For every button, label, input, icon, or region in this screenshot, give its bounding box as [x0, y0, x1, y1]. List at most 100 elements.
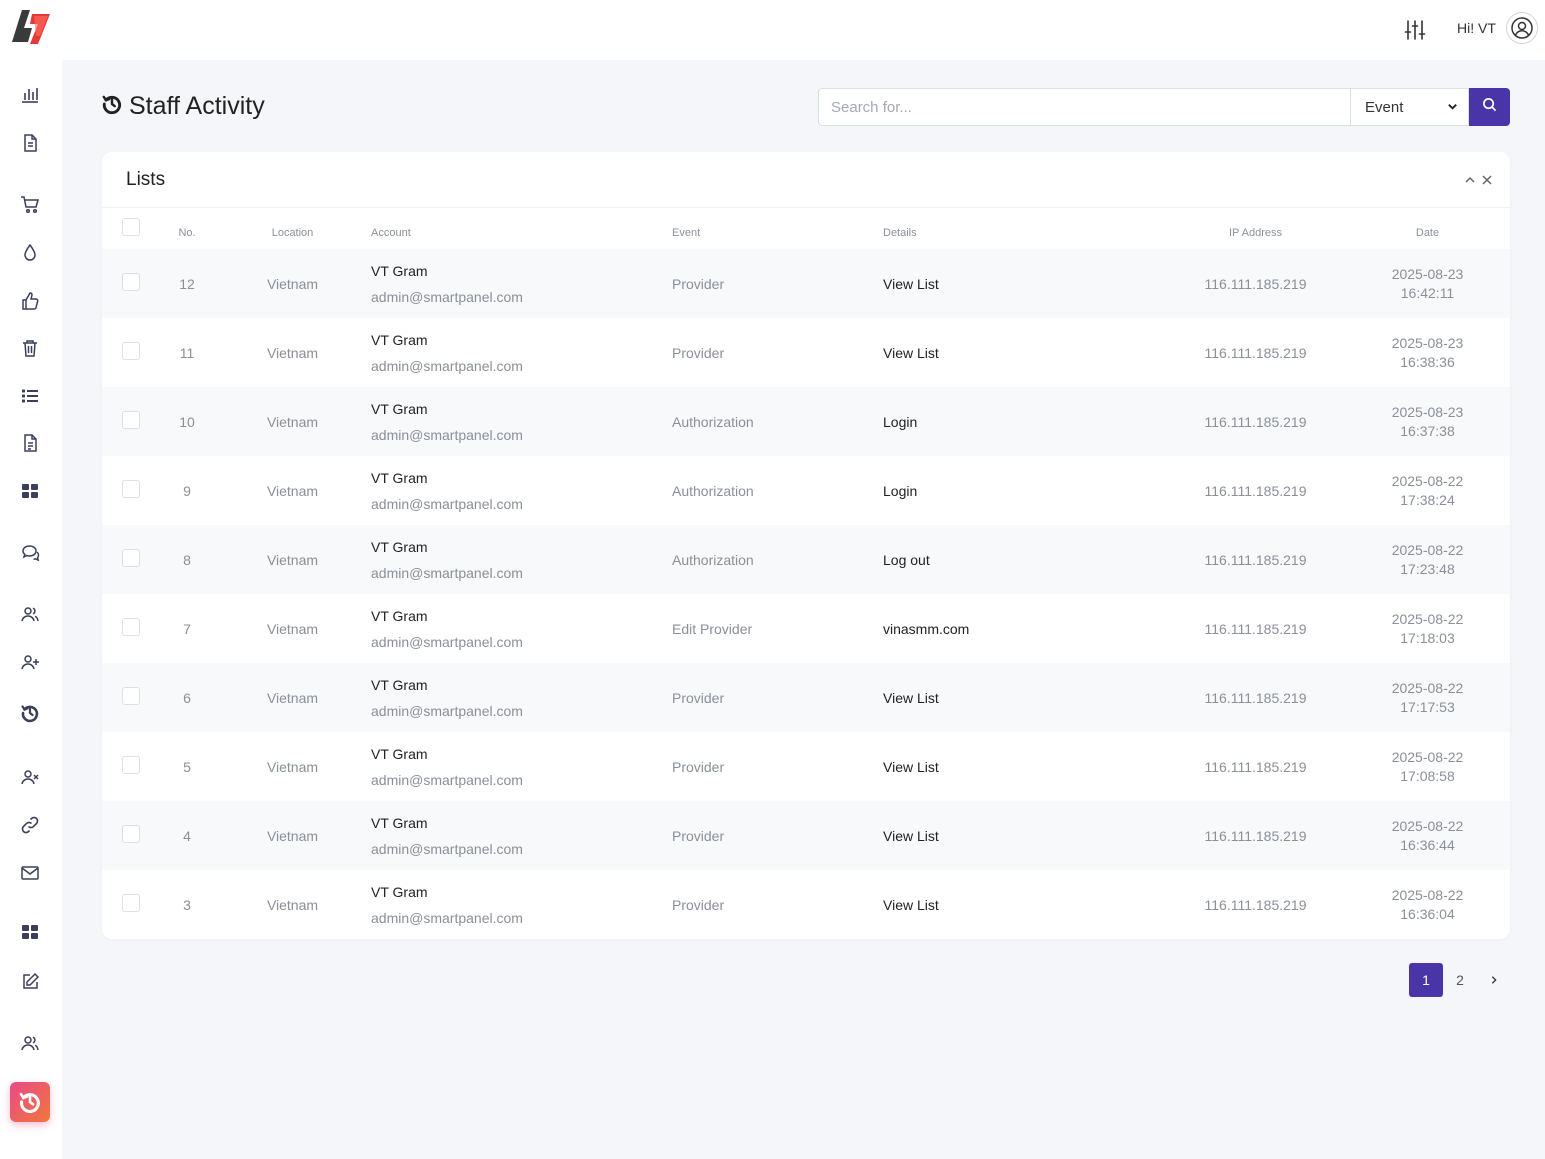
- users-icon[interactable]: [18, 602, 42, 626]
- row-ip-address: 116.111.185.219: [1204, 620, 1307, 637]
- row-checkbox-cell: [102, 456, 160, 525]
- chevron-up-icon[interactable]: [1464, 174, 1476, 186]
- row-ip-address: 116.111.185.219: [1204, 482, 1307, 499]
- row-location: Vietnam: [266, 413, 319, 430]
- table-row: 3 Vietnam VT Gram admin@smartpanel.com Provi…: [102, 870, 1510, 939]
- table-row: 7 Vietnam VT Gram admin@smartpanel.com Edit …: [102, 594, 1510, 663]
- row-checkbox-cell: [102, 870, 160, 939]
- row-checkbox[interactable]: [122, 342, 140, 360]
- account-email: admin@smartpanel.com: [371, 840, 523, 857]
- row-checkbox[interactable]: [122, 618, 140, 636]
- table-row: 4 Vietnam VT Gram admin@smartpanel.com Provi…: [102, 801, 1510, 870]
- row-account: VT Gram admin@smartpanel.com: [371, 870, 672, 939]
- row-ip-address: 116.111.185.219: [1204, 758, 1307, 775]
- row-date-day: 2025-08-22: [1391, 748, 1464, 765]
- row-no: 3: [183, 896, 191, 913]
- row-account: VT Gram admin@smartpanel.com: [371, 318, 672, 387]
- history-icon[interactable]: [10, 1082, 50, 1122]
- close-icon[interactable]: [1481, 174, 1493, 186]
- bar-chart-icon[interactable]: [18, 82, 42, 106]
- row-date: 2025-08-22 17:08:58: [1345, 732, 1510, 801]
- row-checkbox[interactable]: [122, 756, 140, 774]
- chat-icon[interactable]: [18, 541, 42, 565]
- document-icon[interactable]: [18, 131, 42, 155]
- file-text-icon[interactable]: [18, 431, 42, 455]
- row-date-day: 2025-08-22: [1391, 679, 1464, 696]
- account-email: admin@smartpanel.com: [371, 633, 523, 650]
- thumbs-up-icon[interactable]: [18, 289, 42, 313]
- mail-icon[interactable]: [18, 861, 42, 885]
- list-icon[interactable]: [18, 384, 42, 408]
- row-location: Vietnam: [266, 758, 319, 775]
- row-ip-address: 116.111.185.219: [1204, 275, 1307, 292]
- user-x-icon[interactable]: [18, 765, 42, 789]
- column-header-date: Date: [1415, 227, 1440, 239]
- row-event: Provider: [672, 689, 725, 706]
- table-row: 10 Vietnam VT Gram admin@smartpanel.com Auth…: [102, 387, 1510, 456]
- trash-icon[interactable]: [18, 336, 42, 360]
- row-date-day: 2025-08-22: [1391, 472, 1464, 489]
- row-date-time: 16:42:11: [1400, 284, 1455, 301]
- app-logo[interactable]: [8, 6, 54, 46]
- sliders-settings-icon[interactable]: [1403, 18, 1427, 42]
- search-bar: Event: [818, 88, 1510, 126]
- row-checkbox[interactable]: [122, 549, 140, 567]
- user-plus-icon[interactable]: [18, 650, 42, 674]
- row-no: 4: [183, 827, 191, 844]
- row-checkbox[interactable]: [122, 480, 140, 498]
- row-date-day: 2025-08-23: [1391, 403, 1464, 420]
- search-icon: [1482, 97, 1497, 117]
- row-location: Vietnam: [266, 482, 319, 499]
- row-checkbox[interactable]: [122, 273, 140, 291]
- row-no: 12: [179, 275, 195, 292]
- users-icon[interactable]: [18, 1031, 42, 1055]
- row-checkbox-cell: [102, 801, 160, 870]
- row-date-day: 2025-08-23: [1391, 265, 1464, 282]
- row-no: 11: [179, 344, 195, 361]
- row-date-day: 2025-08-22: [1391, 541, 1464, 558]
- row-event: Authorization: [672, 413, 754, 430]
- row-date: 2025-08-23 16:42:11: [1345, 249, 1510, 318]
- row-checkbox[interactable]: [122, 825, 140, 843]
- page-2-button[interactable]: 2: [1443, 963, 1477, 997]
- search-button[interactable]: [1469, 88, 1510, 126]
- row-details: View List: [883, 896, 939, 913]
- row-event: Provider: [672, 896, 725, 913]
- card-header: Lists: [102, 152, 1510, 208]
- row-details: Log out: [883, 551, 930, 568]
- row-ip-address: 116.111.185.219: [1204, 896, 1307, 913]
- row-date-day: 2025-08-23: [1391, 334, 1464, 351]
- history-icon[interactable]: [18, 701, 42, 725]
- row-checkbox[interactable]: [122, 411, 140, 429]
- history-icon: [101, 93, 123, 120]
- row-location: Vietnam: [266, 620, 319, 637]
- row-checkbox[interactable]: [122, 894, 140, 912]
- row-checkbox[interactable]: [122, 687, 140, 705]
- search-filter-select[interactable]: Event: [1350, 88, 1469, 126]
- cart-icon[interactable]: [18, 192, 42, 216]
- row-date-time: 17:08:58: [1400, 767, 1455, 784]
- search-input[interactable]: [818, 88, 1350, 126]
- table-header-row: No. Location Account Event Details IP Ad…: [102, 208, 1510, 249]
- row-location: Vietnam: [266, 551, 319, 568]
- account-email: admin@smartpanel.com: [371, 426, 523, 443]
- row-no: 10: [179, 413, 195, 430]
- row-event: Provider: [672, 344, 725, 361]
- user-avatar-icon[interactable]: [1506, 12, 1538, 44]
- droplet-icon[interactable]: [18, 241, 42, 265]
- select-all-checkbox[interactable]: [122, 218, 140, 236]
- row-date-time: 17:18:03: [1400, 629, 1455, 646]
- row-details: View List: [883, 758, 939, 775]
- row-ip-address: 116.111.185.219: [1204, 344, 1307, 361]
- link-icon[interactable]: [18, 813, 42, 837]
- grid-icon[interactable]: [18, 920, 42, 944]
- table-row: 6 Vietnam VT Gram admin@smartpanel.com Provi…: [102, 663, 1510, 732]
- edit-icon[interactable]: [18, 970, 42, 994]
- row-checkbox-cell: [102, 525, 160, 594]
- grid-icon[interactable]: [18, 479, 42, 503]
- card-tools: [1464, 174, 1493, 186]
- page-1-button[interactable]: 1: [1409, 963, 1443, 997]
- next-page-button[interactable]: [1477, 963, 1511, 997]
- row-location: Vietnam: [266, 827, 319, 844]
- row-checkbox-cell: [102, 594, 160, 663]
